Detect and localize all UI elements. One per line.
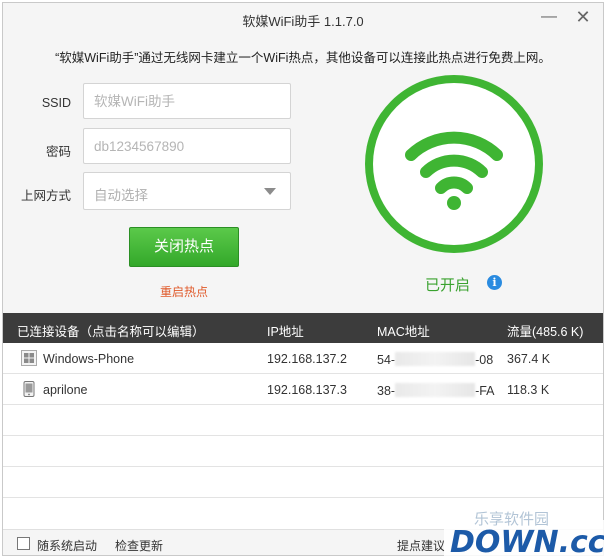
description-text: “软媒WiFi助手”通过无线网卡建立一个WiFi热点，其他设备可以连接此热点进行… [55,51,551,65]
table-row[interactable]: aprilone 192.168.137.3 38- -FA 118.3 K [3,374,603,405]
device-mac: 54- -08 [377,352,493,367]
chevron-down-icon [264,188,276,195]
info-icon[interactable]: i [487,275,502,290]
wifi-icon [405,131,503,210]
device-name[interactable]: aprilone [43,383,87,397]
hotspot-status-text: 已开启 [425,277,471,294]
mode-label: 上网方式 [20,189,71,203]
window-title: 软媒WiFi助手 1.1.7.0 [242,14,364,29]
down-cc-watermark-logo: 乐享软件园 DOWN.cc [444,510,604,556]
watermark-text: DOWN.cc [450,525,604,556]
device-ip: 192.168.137.3 [267,383,347,397]
restart-hotspot-link[interactable]: 重启热点 [129,283,239,300]
device-traffic: 118.3 K [507,383,550,397]
mac-suffix: -FA [475,384,495,398]
table-row-empty [3,405,603,436]
close-button[interactable]: ✕ [571,7,595,29]
password-input[interactable] [83,128,291,164]
autostart-label[interactable]: 随系统启动 [37,537,97,554]
ssid-input[interactable] [83,83,291,119]
windows-icon [21,350,37,366]
header-mac: MAC地址 [377,325,430,339]
table-row[interactable]: Windows-Phone 192.168.137.2 54- -08 367.4… [3,343,603,374]
header-traffic: 流量(485.6 K) [507,325,584,339]
toggle-hotspot-button[interactable]: 关闭热点 [129,227,239,267]
header-ip: IP地址 [267,325,304,339]
network-mode-select[interactable]: 自动选择 [83,172,291,210]
devices-table-header: 已连接设备（点击名称可以编辑） IP地址 MAC地址 流量(485.6 K) [3,313,603,343]
check-update-link[interactable]: 检查更新 [115,537,163,554]
network-mode-value: 自动选择 [94,188,148,203]
table-row-empty [3,467,603,498]
wifi-status-button[interactable] [365,75,543,253]
mac-prefix: 54- [377,353,396,367]
mac-suffix: -08 [475,353,494,367]
mac-redacted [395,383,476,397]
password-label: 密码 [45,145,71,159]
device-name[interactable]: Windows-Phone [43,352,134,366]
device-ip: 192.168.137.2 [267,352,347,366]
feedback-link[interactable]: 提点建议 [397,537,445,554]
mac-redacted [395,352,476,366]
device-mac: 38- -FA [377,383,495,398]
table-row-empty [3,436,603,467]
device-traffic: 367.4 K [507,352,551,366]
app-window: 软媒WiFi助手 1.1.7.0 — ✕ “软媒WiFi助手”通过无线网卡建立一… [2,2,604,556]
mac-prefix: 38- [377,384,396,398]
autostart-checkbox[interactable] [17,537,30,550]
ssid-label: SSID [41,96,71,110]
devices-table: Windows-Phone 192.168.137.2 54- -08 367.4… [3,343,603,529]
minimize-button[interactable]: — [537,7,561,29]
title-bar: 软媒WiFi助手 1.1.7.0 — ✕ [3,3,603,33]
phone-icon [23,381,35,397]
header-device: 已连接设备（点击名称可以编辑） [17,325,205,339]
